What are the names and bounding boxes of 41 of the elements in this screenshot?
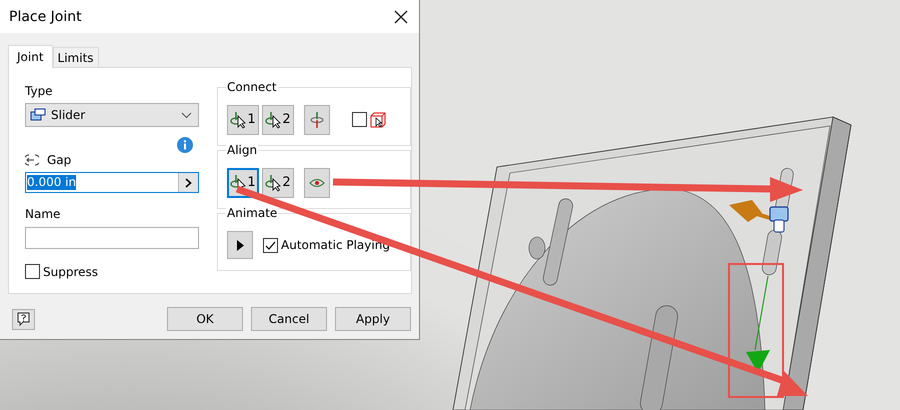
animate-group-title: Animate bbox=[226, 206, 278, 220]
type-dropdown[interactable]: Slider bbox=[25, 103, 199, 127]
slider-joint-icon bbox=[30, 108, 46, 122]
cube-cursor-icon bbox=[370, 112, 386, 128]
pick-cursor-icon bbox=[230, 110, 246, 128]
automatic-playing-checkbox[interactable] bbox=[263, 238, 278, 252]
dialog-button[interactable]: Cancel bbox=[251, 307, 327, 331]
align-pick-button[interactable]: 2 bbox=[262, 168, 294, 198]
type-label: Type bbox=[25, 84, 54, 98]
gap-input-field[interactable]: 0.000 in bbox=[25, 172, 199, 193]
help-icon bbox=[17, 312, 30, 326]
connect-pick-button[interactable]: 2 bbox=[262, 104, 294, 134]
pick-cursor-icon bbox=[265, 110, 282, 128]
connect-group-title: Connect bbox=[226, 80, 278, 94]
suppress-label: Suppress bbox=[43, 264, 98, 278]
play-button[interactable] bbox=[227, 231, 253, 259]
connect-checkbox[interactable] bbox=[352, 112, 367, 127]
info-icon[interactable] bbox=[177, 137, 193, 153]
close-icon bbox=[394, 10, 408, 24]
eye-icon bbox=[309, 178, 325, 188]
gap-menu-button[interactable] bbox=[178, 173, 198, 192]
flip-axis-icon bbox=[310, 110, 324, 128]
name-input-field[interactable] bbox=[25, 227, 199, 249]
name-label: Name bbox=[25, 207, 62, 221]
chevron-down-icon bbox=[181, 112, 192, 118]
flip-button[interactable] bbox=[304, 104, 330, 134]
pick-cursor-icon bbox=[265, 174, 282, 192]
tab[interactable]: Limits bbox=[52, 47, 99, 67]
suppress-checkbox[interactable] bbox=[25, 264, 40, 279]
align-group-title: Align bbox=[226, 143, 258, 157]
play-icon bbox=[236, 240, 244, 250]
connect-pick-button[interactable]: 1 bbox=[227, 104, 259, 134]
dialog-button[interactable]: Apply bbox=[335, 307, 411, 331]
flip-button[interactable] bbox=[304, 168, 330, 198]
gap-icon bbox=[25, 154, 39, 166]
dialog-button[interactable]: OK bbox=[167, 307, 243, 331]
help-button[interactable] bbox=[12, 308, 35, 330]
tab[interactable]: Joint bbox=[8, 45, 53, 68]
gap-label: Gap bbox=[47, 153, 72, 167]
chevron-right-icon bbox=[185, 178, 192, 188]
window-title: Place Joint bbox=[9, 8, 82, 24]
